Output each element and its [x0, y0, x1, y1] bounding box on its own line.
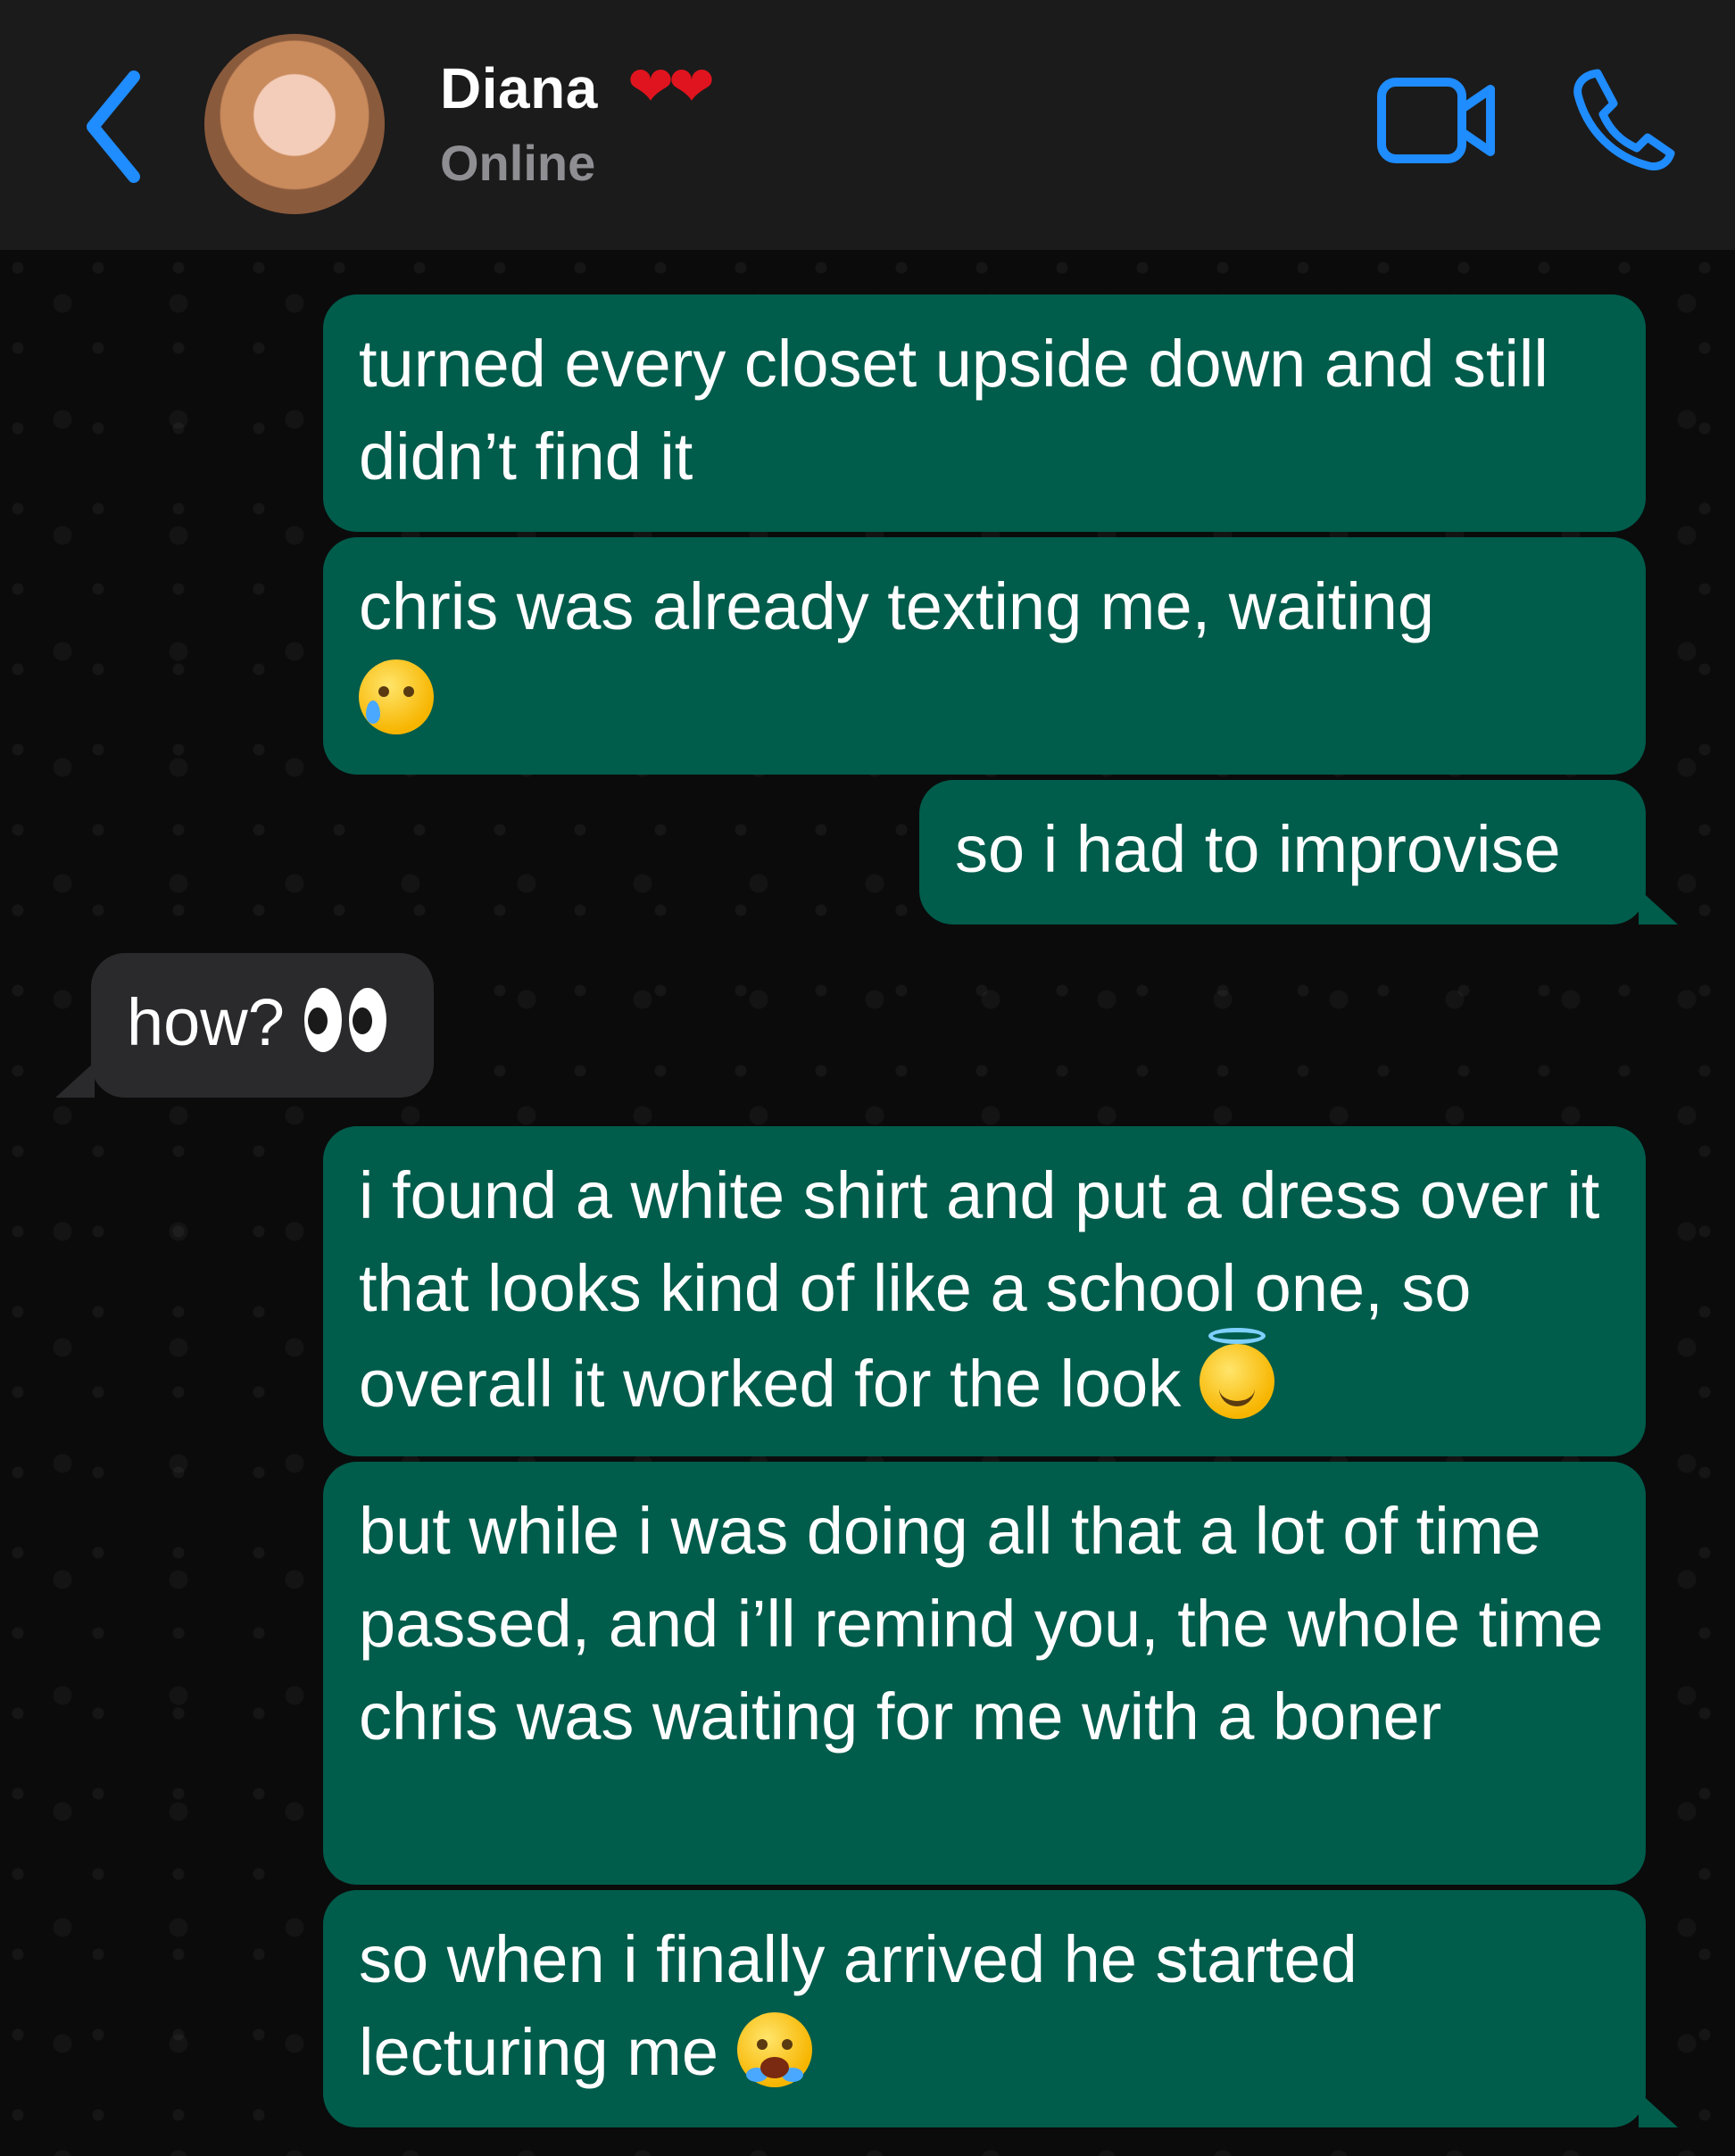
bubble-tail — [1639, 2092, 1678, 2127]
bubble-tail — [55, 1062, 95, 1098]
crying-face-emoji-icon — [359, 659, 434, 734]
message-text: so when i finally arrived he started lec… — [359, 1922, 1357, 2089]
message-bubble-outgoing: so when i finally arrived he started lec… — [323, 1890, 1646, 2127]
message-bubble-outgoing: so i had to improvise — [919, 780, 1646, 925]
message-text: so i had to improvise — [955, 812, 1561, 886]
message-text: chris was already texting me, waiting — [359, 569, 1435, 643]
message-text: how? — [127, 985, 285, 1059]
contact-avatar[interactable] — [204, 34, 385, 214]
chat-header: Diana ❤❤ Online — [0, 0, 1735, 250]
message-text: turned every closet upside down and stil… — [359, 327, 1548, 493]
halo-smile-emoji-icon — [1199, 1328, 1274, 1419]
message-text: i found a white shirt and put a dress ov… — [359, 1158, 1600, 1421]
back-chevron-icon[interactable] — [79, 64, 150, 189]
message-bubble-outgoing: chris was already texting me, waiting — [323, 537, 1646, 775]
message-bubble-outgoing: i found a white shirt and put a dress ov… — [323, 1126, 1646, 1456]
message-bubble-outgoing: but while i was doing all that a lot of … — [323, 1462, 1646, 1885]
bubble-tail — [1639, 889, 1678, 925]
loudly-crying-emoji-icon — [736, 2012, 812, 2087]
phone-call-icon[interactable] — [1571, 64, 1678, 171]
heart-emoji-icon: ❤❤ — [627, 56, 715, 118]
message-bubble-outgoing: turned every closet upside down and stil… — [323, 294, 1646, 532]
message-bubble-incoming: how? — [91, 953, 434, 1098]
video-call-icon[interactable] — [1374, 71, 1499, 170]
message-text: but while i was doing all that a lot of … — [359, 1494, 1604, 1754]
contact-status: Online — [440, 135, 596, 191]
contact-name[interactable]: Diana — [440, 55, 598, 121]
chat-area[interactable]: turned every closet upside down and stil… — [0, 250, 1735, 2156]
eyes-emoji-icon — [303, 983, 388, 1057]
